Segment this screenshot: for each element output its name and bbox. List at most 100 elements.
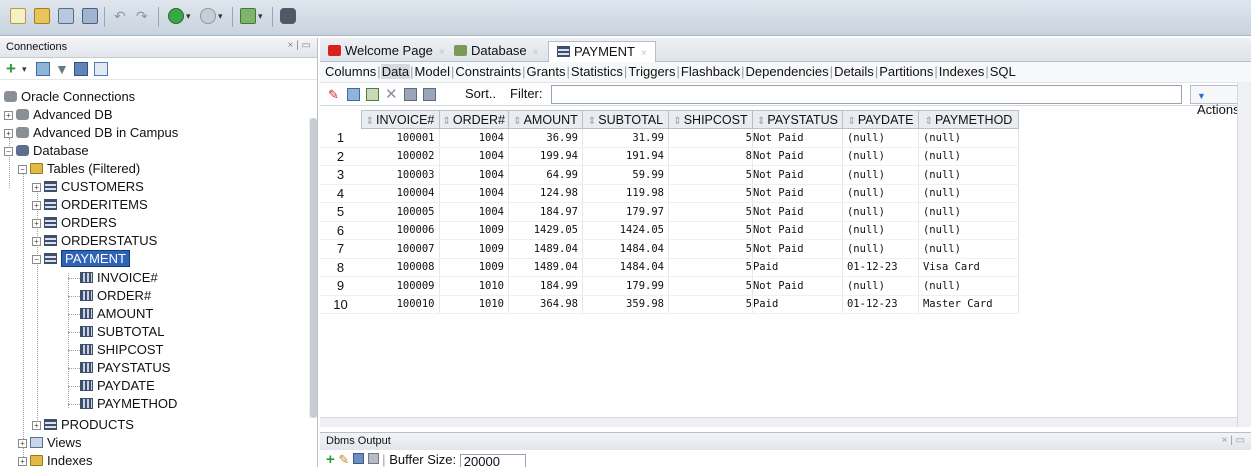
subtab-data[interactable]: Data (380, 64, 411, 79)
cell-paymethod[interactable]: (null) (918, 202, 1019, 222)
subtab-grants[interactable]: Grants (526, 64, 567, 79)
filter-input[interactable] (551, 85, 1182, 104)
table-row[interactable]: 5 100005 1004 184.97 179.97 5 Not Paid (null) (n… (320, 202, 1019, 222)
forward-dropdown-icon[interactable]: ▾ (218, 8, 226, 24)
panel-controls[interactable]: × | ▭ (288, 40, 311, 51)
refresh-icon[interactable] (36, 62, 50, 76)
cell-invoice[interactable]: 100003 (361, 165, 440, 185)
expand-icon[interactable]: + (32, 201, 41, 210)
tree-table-orderstatus[interactable]: + ORDERSTATUS (32, 232, 157, 250)
insert-row-icon[interactable] (366, 88, 379, 101)
cell-amount[interactable]: 184.99 (508, 276, 583, 296)
table-row[interactable]: 10 100010 1010 364.98 359.98 5 Paid 01-12-23 Mas… (320, 295, 1019, 314)
subtab-constraints[interactable]: Constraints (454, 64, 522, 79)
expand-icon[interactable]: + (4, 111, 13, 120)
print-icon[interactable] (367, 453, 379, 464)
cell-subtotal[interactable]: 179.99 (582, 276, 669, 296)
cell-order[interactable]: 1010 (439, 295, 509, 314)
open-folder-icon[interactable] (34, 8, 50, 24)
enable-output-icon[interactable]: + (326, 451, 335, 467)
cell-paydate[interactable]: 01-12-23 (842, 295, 919, 314)
clear-icon[interactable]: ✎ (338, 452, 349, 467)
cell-subtotal[interactable]: 59.99 (582, 165, 669, 185)
redo-icon[interactable]: ↷ (136, 8, 152, 24)
col-header-subtotal[interactable]: ⇕ SUBTOTAL (581, 110, 669, 129)
subtab-model[interactable]: Model (414, 64, 451, 79)
tree-column-paystatus[interactable]: PAYSTATUS (80, 359, 170, 377)
cell-shipcost[interactable]: 5 (668, 202, 753, 222)
freeze-view-icon[interactable]: ✎ (328, 88, 341, 101)
tree-column-paymethod[interactable]: PAYMETHOD (80, 395, 177, 413)
cell-paydate[interactable]: (null) (842, 128, 919, 148)
col-header-shipcost[interactable]: ⇕ SHIPCOST (667, 110, 753, 129)
table-row[interactable]: 4 100004 1004 124.98 119.98 5 Not Paid (null) (n… (320, 184, 1019, 203)
cell-invoice[interactable]: 100007 (361, 239, 440, 259)
cell-paystatus[interactable]: Not Paid (752, 202, 843, 222)
cell-amount[interactable]: 184.97 (508, 202, 583, 222)
tree-table-orders[interactable]: + ORDERS (32, 214, 117, 232)
undo-icon[interactable]: ↶ (114, 8, 130, 24)
cell-shipcost[interactable]: 5 (668, 295, 753, 314)
cell-paymethod[interactable]: (null) (918, 221, 1019, 240)
collapse-icon[interactable]: − (18, 165, 27, 174)
cell-order[interactable]: 1004 (439, 128, 509, 148)
cell-shipcost[interactable]: 5 (668, 258, 753, 277)
tree-column-shipcost[interactable]: SHIPCOST (80, 341, 163, 359)
tree-advanced-db-campus[interactable]: + Advanced DB in Campus (4, 124, 178, 142)
table-row[interactable]: 1 100001 1004 36.99 31.99 5 Not Paid (null) (nul… (320, 128, 1019, 148)
tree-oracle-connections[interactable]: Oracle Connections (4, 88, 135, 106)
grid-horizontal-scrollbar[interactable] (320, 417, 1237, 427)
cell-paydate[interactable]: (null) (842, 276, 919, 296)
schema-browser-icon[interactable] (74, 62, 88, 76)
cell-subtotal[interactable]: 191.94 (582, 147, 669, 166)
cell-order[interactable]: 1004 (439, 165, 509, 185)
rollback-icon[interactable] (423, 88, 436, 101)
cell-amount[interactable]: 364.98 (508, 295, 583, 314)
close-icon[interactable]: × (439, 47, 445, 58)
cell-subtotal[interactable]: 1424.05 (582, 221, 669, 240)
cell-shipcost[interactable]: 5 (668, 165, 753, 185)
forward-icon[interactable] (200, 8, 216, 24)
col-header-paydate[interactable]: ⇕ PAYDATE (841, 110, 919, 129)
tree-column-subtotal[interactable]: SUBTOTAL (80, 323, 164, 341)
expand-icon[interactable]: + (4, 129, 13, 138)
expand-icon[interactable]: + (32, 237, 41, 246)
cell-shipcost[interactable]: 5 (668, 221, 753, 240)
cell-invoice[interactable]: 100001 (361, 128, 440, 148)
cell-paystatus[interactable]: Not Paid (752, 276, 843, 296)
cell-shipcost[interactable]: 5 (668, 128, 753, 148)
cell-paystatus[interactable]: Not Paid (752, 165, 843, 185)
grid-vertical-scrollbar[interactable] (1237, 82, 1251, 427)
cell-paydate[interactable]: (null) (842, 165, 919, 185)
col-header-order[interactable]: ⇕ ORDER# (438, 110, 509, 129)
cell-amount[interactable]: 199.94 (508, 147, 583, 166)
cell-invoice[interactable]: 100005 (361, 202, 440, 222)
tree-table-customers[interactable]: + CUSTOMERS (32, 178, 144, 196)
cell-paymethod[interactable]: Master Card (918, 295, 1019, 314)
cell-paymethod[interactable]: Visa Card (918, 258, 1019, 277)
tree-table-orderitems[interactable]: + ORDERITEMS (32, 196, 148, 214)
back-icon[interactable] (168, 8, 184, 24)
subtab-flashback[interactable]: Flashback (680, 64, 741, 79)
cell-paydate[interactable]: (null) (842, 184, 919, 203)
save-all-icon[interactable] (82, 8, 98, 24)
cell-invoice[interactable]: 100002 (361, 147, 440, 166)
cell-shipcost[interactable]: 5 (668, 239, 753, 259)
sort-button[interactable]: Sort.. (465, 86, 496, 101)
table-row[interactable]: 3 100003 1004 64.99 59.99 5 Not Paid (null) (nul… (320, 165, 1019, 185)
tree-table-payment[interactable]: − PAYMENT (32, 250, 130, 268)
expand-icon[interactable]: + (32, 421, 41, 430)
cell-paystatus[interactable]: Not Paid (752, 184, 843, 203)
cell-paymethod[interactable]: (null) (918, 165, 1019, 185)
expand-icon[interactable]: + (32, 219, 41, 228)
cell-shipcost[interactable]: 5 (668, 184, 753, 203)
cell-invoice[interactable]: 100010 (361, 295, 440, 314)
refresh-icon[interactable] (347, 88, 360, 101)
commit-icon[interactable] (404, 88, 417, 101)
table-row[interactable]: 8 100008 1009 1489.04 1484.04 5 Paid 01-12-23 Vi… (320, 258, 1019, 277)
cell-order[interactable]: 1004 (439, 147, 509, 166)
tree-database[interactable]: − Database (4, 142, 89, 160)
add-dropdown-icon[interactable]: ▾ (22, 62, 30, 76)
tree-column-invoice[interactable]: INVOICE# (80, 269, 158, 287)
cell-amount[interactable]: 1489.04 (508, 258, 583, 277)
